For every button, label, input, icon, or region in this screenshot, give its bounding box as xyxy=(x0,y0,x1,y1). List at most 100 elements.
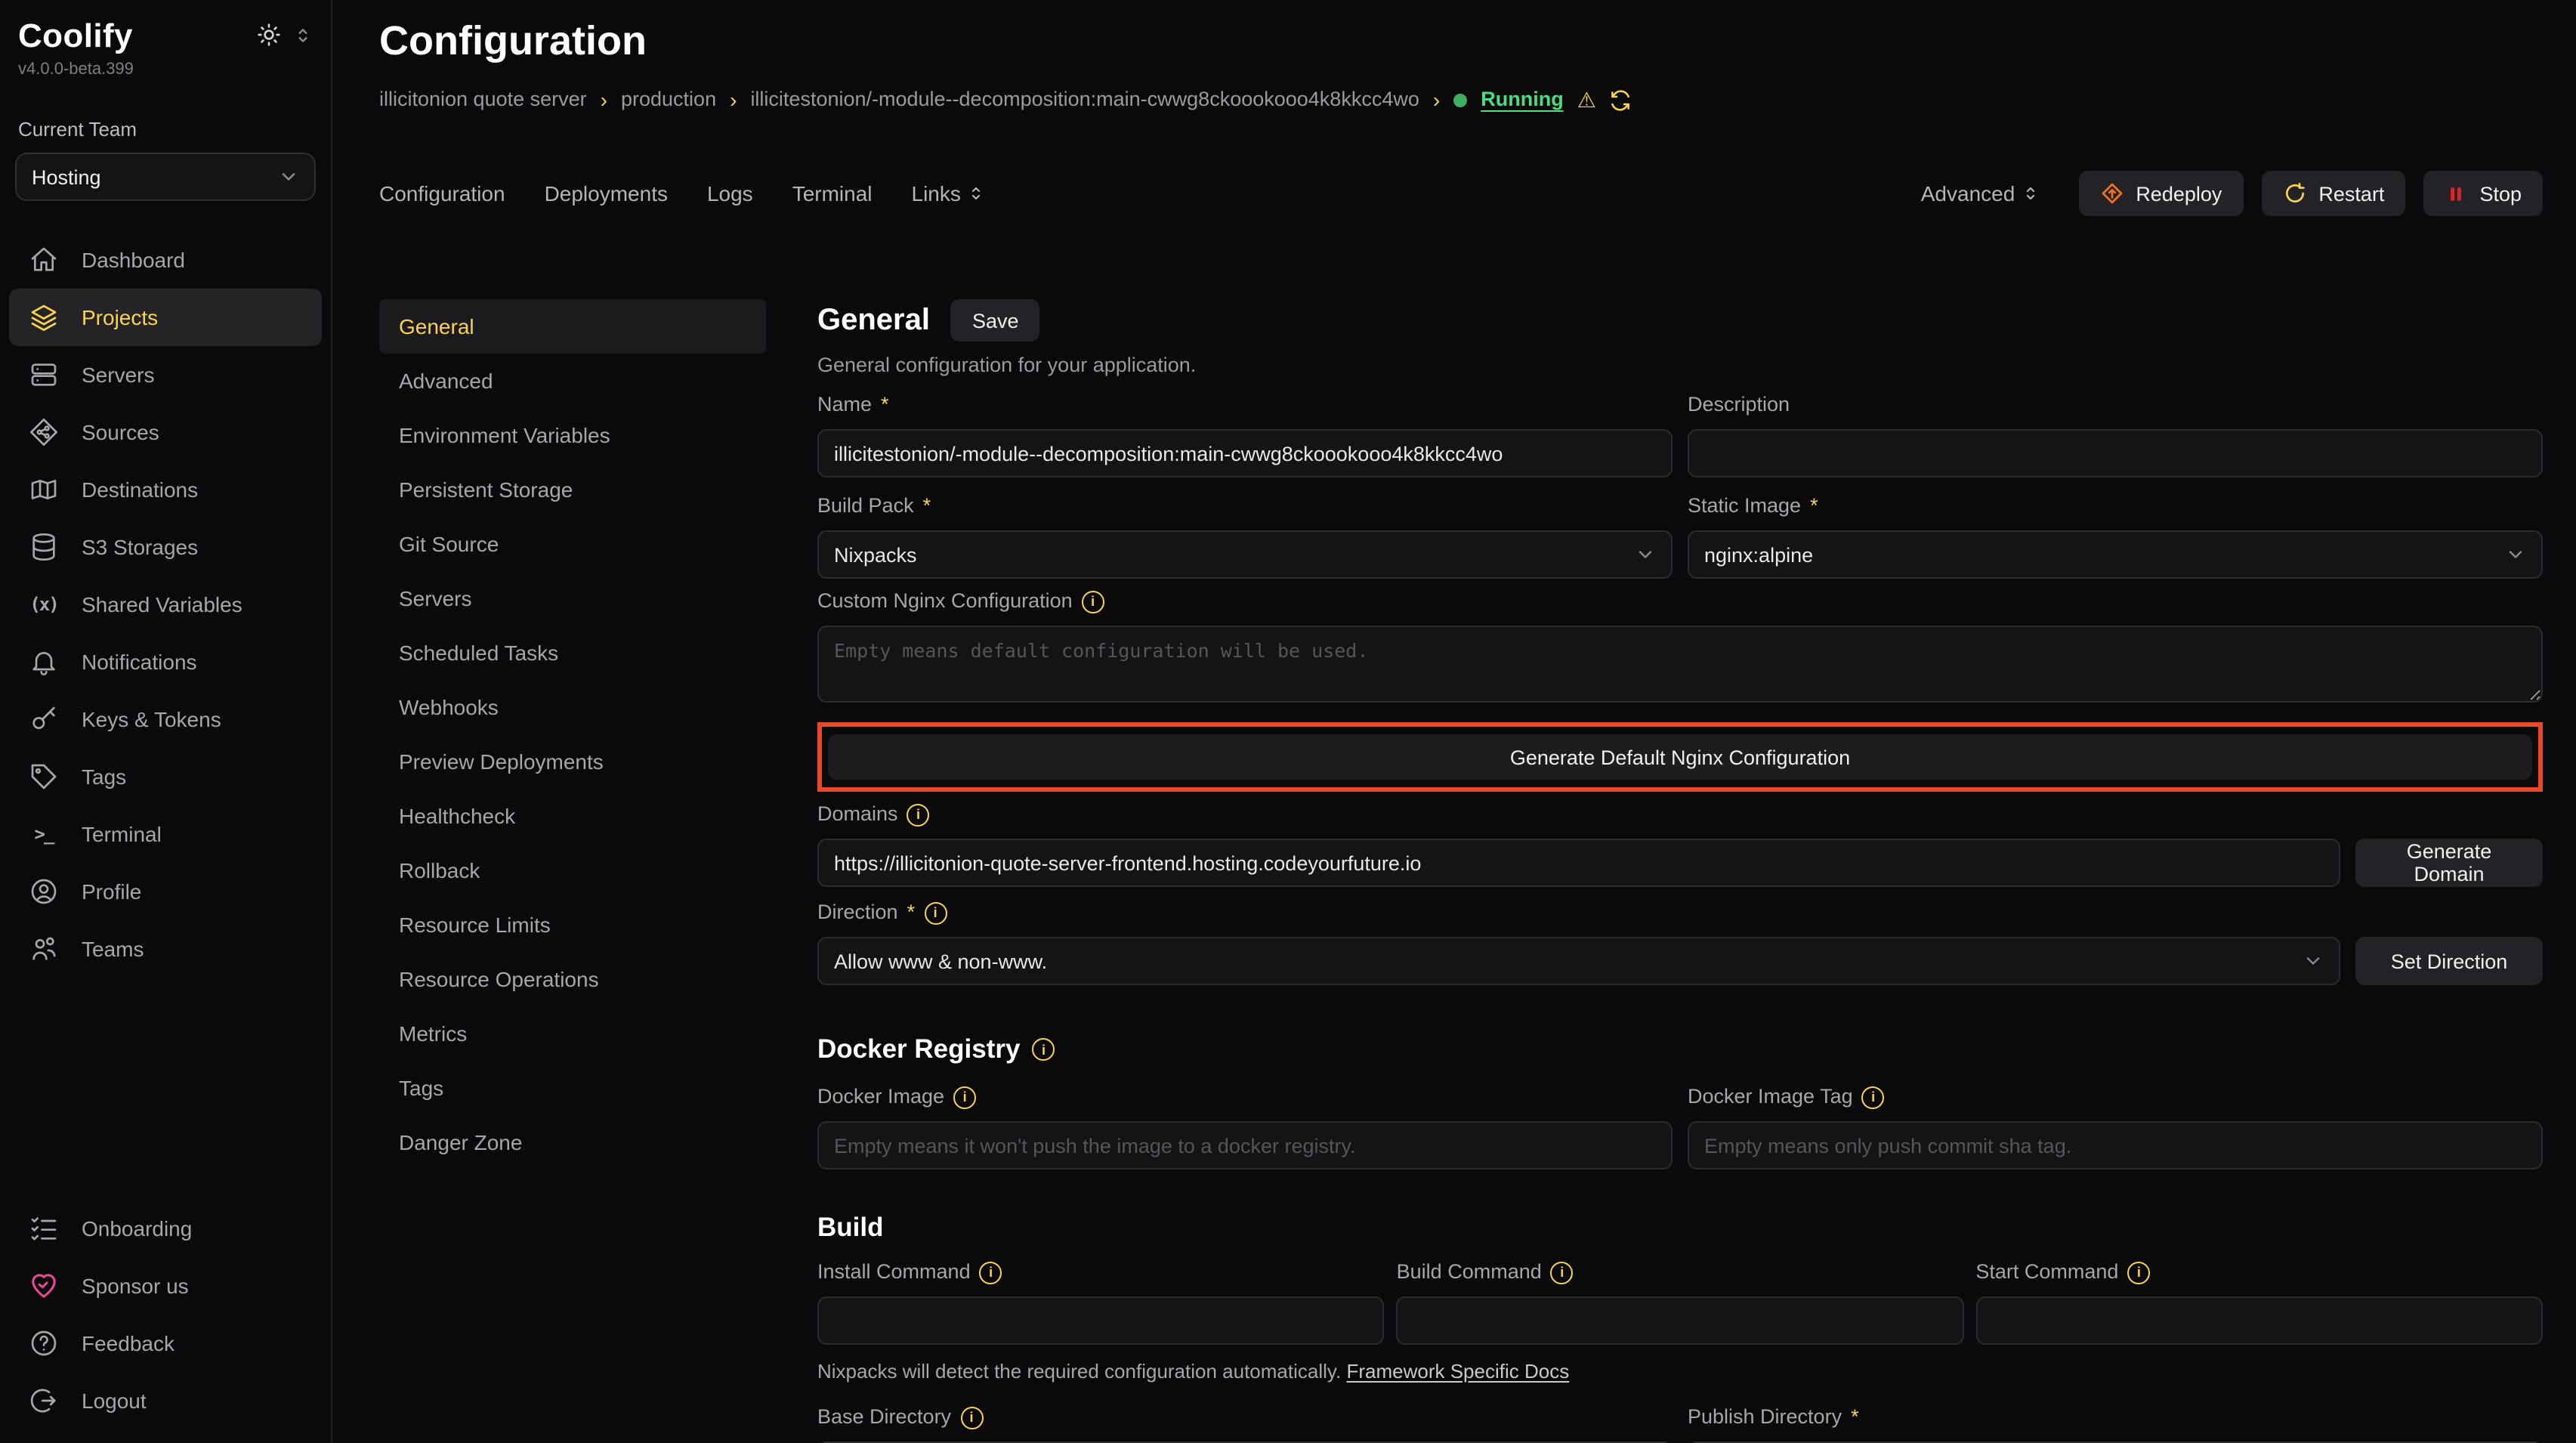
nginx-config-textarea[interactable] xyxy=(817,626,2543,703)
refresh-icon[interactable] xyxy=(1610,88,1632,111)
sidebar-item-destinations[interactable]: Destinations xyxy=(9,461,322,518)
generate-domain-button[interactable]: Generate Domain xyxy=(2355,839,2543,887)
subnav-item-servers[interactable]: Servers xyxy=(379,571,766,626)
info-icon[interactable] xyxy=(907,803,930,826)
breadcrumb-environment[interactable]: production xyxy=(621,86,716,113)
info-icon[interactable] xyxy=(953,1086,976,1108)
subnav-item-general[interactable]: General xyxy=(379,299,766,354)
stop-button[interactable]: Stop xyxy=(2423,171,2543,216)
info-icon[interactable] xyxy=(1082,590,1104,613)
advanced-dropdown[interactable]: Advanced xyxy=(1921,181,2040,205)
info-icon[interactable] xyxy=(1551,1261,1574,1284)
subnav-item-preview-deployments[interactable]: Preview Deployments xyxy=(379,734,766,789)
build-pack-value: Nixpacks xyxy=(834,543,917,566)
variables-icon: (x) xyxy=(29,589,59,620)
sidebar-item-logout[interactable]: Logout xyxy=(9,1372,322,1429)
build-pack-select[interactable]: Nixpacks xyxy=(817,530,1673,579)
sidebar-item-servers[interactable]: Servers xyxy=(9,346,322,403)
sidebar-item-profile[interactable]: Profile xyxy=(9,863,322,920)
breadcrumb-separator: › xyxy=(1433,86,1440,113)
sidebar-item-label: Sponsor us xyxy=(82,1274,189,1298)
sidebar-item-sources[interactable]: Sources xyxy=(9,403,322,461)
info-icon[interactable] xyxy=(2127,1261,2150,1284)
tab-links-label: Links xyxy=(912,181,961,205)
domains-input[interactable] xyxy=(817,839,2340,887)
tab-links[interactable]: Links xyxy=(912,181,985,205)
start-command-field: Start Command xyxy=(1975,1259,2543,1345)
generate-nginx-config-button[interactable]: Generate Default Nginx Configuration xyxy=(828,734,2532,780)
team-select[interactable]: Hosting xyxy=(15,153,316,201)
info-icon[interactable] xyxy=(1032,1038,1055,1061)
subnav-item-advanced[interactable]: Advanced xyxy=(379,354,766,408)
sidebar-item-teams[interactable]: Teams xyxy=(9,920,322,978)
docker-image-tag-input[interactable] xyxy=(1688,1121,2543,1170)
stop-label: Stop xyxy=(2479,182,2522,205)
framework-docs-link[interactable]: Framework Specific Docs xyxy=(1346,1360,1569,1383)
required-mark: * xyxy=(1810,493,1818,520)
subnav-item-environment-variables[interactable]: Environment Variables xyxy=(379,408,766,462)
required-mark: * xyxy=(881,391,889,419)
info-icon[interactable] xyxy=(1862,1086,1885,1108)
required-mark: * xyxy=(1851,1404,1859,1431)
subnav-item-danger-zone[interactable]: Danger Zone xyxy=(379,1115,766,1170)
install-command-input[interactable] xyxy=(817,1296,1385,1345)
sidebar-item-onboarding[interactable]: Onboarding xyxy=(9,1200,322,1257)
breadcrumb-application[interactable]: illicitestonion/-module--decomposition:m… xyxy=(750,86,1419,113)
sidebar-item-label: Projects xyxy=(82,305,158,329)
sidebar-item-feedback[interactable]: Feedback xyxy=(9,1315,322,1372)
save-button[interactable]: Save xyxy=(951,299,1040,341)
sidebar-collapse-chevrons-icon[interactable] xyxy=(293,25,313,45)
sidebar-item-s3-storages[interactable]: S3 Storages xyxy=(9,518,322,576)
sidebar-item-projects[interactable]: Projects xyxy=(9,289,322,346)
warning-icon[interactable]: ⚠ xyxy=(1577,89,1596,110)
start-command-input[interactable] xyxy=(1975,1296,2543,1345)
docker-image-tag-label: Docker Image Tag xyxy=(1688,1083,1853,1111)
redeploy-button[interactable]: Redeploy xyxy=(2078,171,2243,216)
name-input[interactable] xyxy=(817,429,1673,477)
tab-deployments[interactable]: Deployments xyxy=(545,181,668,205)
subnav-item-resource-limits[interactable]: Resource Limits xyxy=(379,898,766,952)
description-input[interactable] xyxy=(1688,429,2543,477)
sidebar-item-keys-tokens[interactable]: Keys & Tokens xyxy=(9,691,322,748)
set-direction-button[interactable]: Set Direction xyxy=(2355,937,2543,985)
theme-toggle-sun-icon[interactable] xyxy=(257,23,281,47)
docker-image-input[interactable] xyxy=(817,1121,1673,1170)
info-icon[interactable] xyxy=(980,1261,1002,1284)
sidebar-item-label: Teams xyxy=(82,937,144,961)
subnav-item-scheduled-tasks[interactable]: Scheduled Tasks xyxy=(379,626,766,680)
sidebar-item-notifications[interactable]: Notifications xyxy=(9,633,322,691)
direction-select[interactable]: Allow www & non-www. xyxy=(817,937,2340,985)
subnav-item-rollback[interactable]: Rollback xyxy=(379,843,766,898)
subnav-item-git-source[interactable]: Git Source xyxy=(379,517,766,571)
breadcrumb-project[interactable]: illicitonion quote server xyxy=(379,86,587,113)
subnav-item-tags[interactable]: Tags xyxy=(379,1061,766,1115)
sidebar-item-tags[interactable]: Tags xyxy=(9,748,322,805)
subnav-item-resource-operations[interactable]: Resource Operations xyxy=(379,952,766,1006)
sidebar-item-sponsor-us[interactable]: Sponsor us xyxy=(9,1257,322,1315)
info-icon[interactable] xyxy=(960,1406,983,1429)
checklist-icon xyxy=(29,1213,59,1244)
sidebar-item-dashboard[interactable]: Dashboard xyxy=(9,231,322,289)
app-logo[interactable]: Coolify xyxy=(18,15,133,57)
install-command-label: Install Command xyxy=(817,1259,971,1286)
subnav-item-webhooks[interactable]: Webhooks xyxy=(379,680,766,734)
status-badge[interactable]: Running xyxy=(1481,86,1563,113)
key-icon xyxy=(29,704,59,734)
static-image-select[interactable]: nginx:alpine xyxy=(1688,530,2543,579)
build-command-input[interactable] xyxy=(1397,1296,1964,1345)
subnav-item-healthcheck[interactable]: Healthcheck xyxy=(379,789,766,843)
sidebar-item-label: Feedback xyxy=(82,1331,175,1355)
tab-configuration[interactable]: Configuration xyxy=(379,181,505,205)
nginx-config-label: Custom Nginx Configuration xyxy=(817,588,1073,615)
sidebar-item-shared-variables[interactable]: (x) Shared Variables xyxy=(9,576,322,633)
nginx-config-field: Custom Nginx Configuration xyxy=(817,588,2543,710)
sidebar-item-label: Keys & Tokens xyxy=(82,707,221,731)
subnav-item-metrics[interactable]: Metrics xyxy=(379,1006,766,1061)
sidebar-item-terminal[interactable]: >_ Terminal xyxy=(9,805,322,863)
tab-logs[interactable]: Logs xyxy=(707,181,753,205)
config-subnav: General Advanced Environment Variables P… xyxy=(379,299,766,1443)
restart-button[interactable]: Restart xyxy=(2261,171,2405,216)
subnav-item-persistent-storage[interactable]: Persistent Storage xyxy=(379,462,766,517)
tab-terminal[interactable]: Terminal xyxy=(792,181,873,205)
info-icon[interactable] xyxy=(924,901,947,924)
